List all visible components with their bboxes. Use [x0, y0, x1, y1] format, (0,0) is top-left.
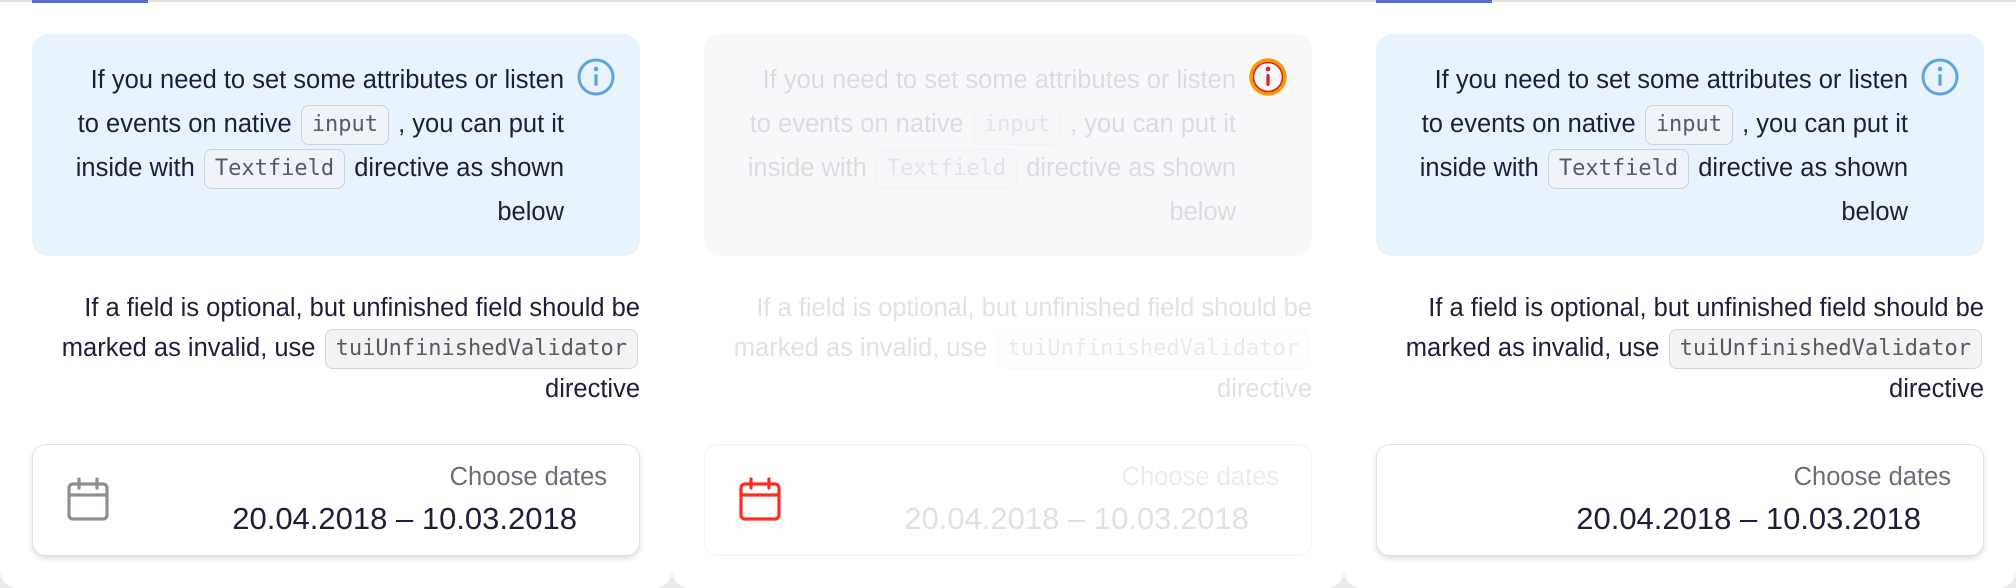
- code-input: input: [1644, 105, 1734, 146]
- field-label: Choose dates: [449, 463, 607, 491]
- warning-icon: [1249, 58, 1287, 96]
- notification-box: If you need to set some attributes or li…: [1376, 34, 1984, 256]
- notification-text: If you need to set some attributes or li…: [1419, 66, 1908, 226]
- description-text: If a field is optional, but unfinished f…: [1405, 294, 1984, 404]
- code-textfield: Textfield: [1547, 149, 1690, 190]
- date-range-field: Choose dates 20.04.2018 – 10.03.2018: [704, 444, 1312, 556]
- info-icon: [577, 58, 615, 96]
- notification-text: If you need to set some attributes or li…: [75, 66, 564, 226]
- field-value: 20.04.2018 – 10.03.2018: [904, 501, 1249, 536]
- panel-divider: [672, 0, 1344, 2]
- active-tab-indicator: [32, 0, 148, 3]
- notification-box: If you need to set some attributes or li…: [704, 34, 1312, 256]
- code-textfield: Textfield: [203, 149, 346, 190]
- field-value[interactable]: 20.04.2018 – 10.03.2018: [1576, 501, 1921, 537]
- calendar-icon[interactable]: [65, 477, 111, 523]
- demo-panel-normal-2: If you need to set some attributes or li…: [1344, 0, 2016, 588]
- description-text: If a field is optional, but unfinished f…: [61, 294, 640, 404]
- description-text: If a field is optional, but unfinished f…: [733, 294, 1312, 404]
- code-input: input: [300, 105, 390, 146]
- code-textfield: Textfield: [875, 149, 1018, 190]
- date-range-field[interactable]: Choose dates 20.04.2018 – 10.03.2018: [1376, 444, 1984, 556]
- demo-panel-normal: If you need to set some attributes or li…: [0, 0, 672, 588]
- field-label: Choose dates: [1793, 463, 1951, 491]
- code-validator: tuiUnfinishedValidator: [996, 329, 1310, 370]
- code-validator: tuiUnfinishedValidator: [1668, 329, 1982, 370]
- info-icon: [1921, 58, 1959, 96]
- code-validator: tuiUnfinishedValidator: [324, 329, 638, 370]
- active-tab-indicator: [1376, 0, 1492, 3]
- date-range-field[interactable]: Choose dates 20.04.2018 – 10.03.2018: [32, 444, 640, 556]
- field-value[interactable]: 20.04.2018 – 10.03.2018: [232, 501, 577, 537]
- code-input: input: [972, 105, 1062, 146]
- calendar-icon: [739, 477, 781, 521]
- demo-panel-disabled: If you need to set some attributes or li…: [672, 0, 1344, 588]
- field-label: Choose dates: [1121, 463, 1279, 491]
- notification-text: If you need to set some attributes or li…: [747, 66, 1236, 226]
- notification-box: If you need to set some attributes or li…: [32, 34, 640, 256]
